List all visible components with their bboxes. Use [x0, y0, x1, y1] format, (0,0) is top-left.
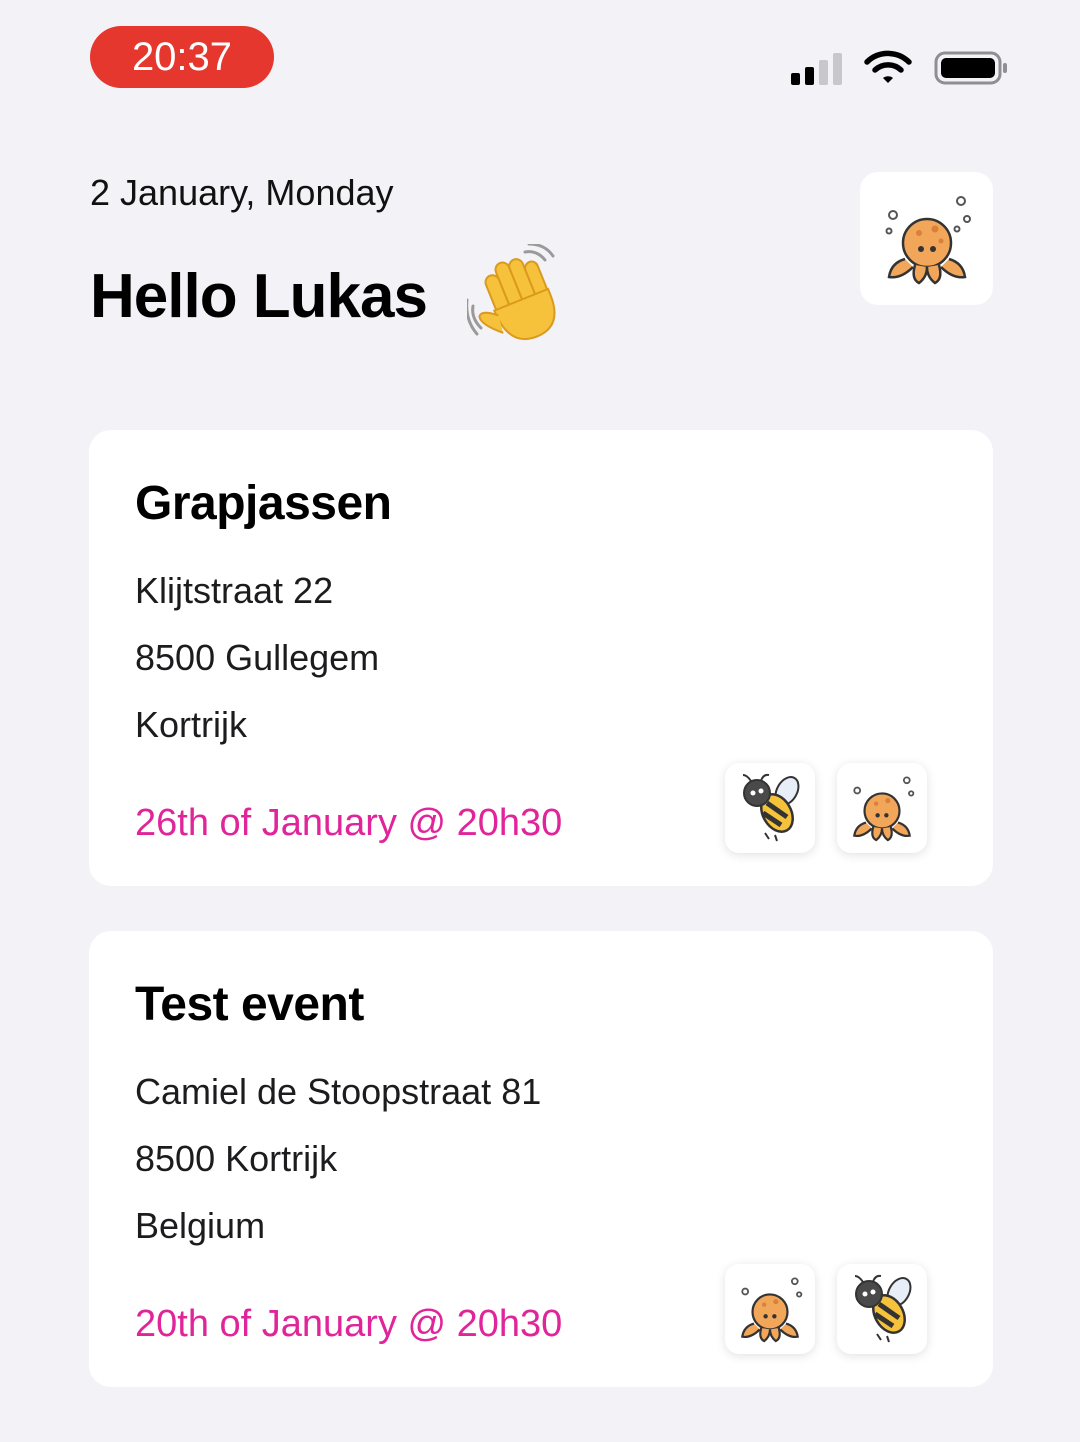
- waving-hand-icon: [465, 242, 571, 348]
- event-datetime: 20th of January @ 20h30: [135, 1303, 563, 1345]
- bee-avatar-icon: [742, 773, 800, 842]
- event-postal-city: 8500 Kortrijk: [135, 1138, 338, 1179]
- event-region: Kortrijk: [135, 704, 248, 745]
- event-street: Klijtstraat 22: [135, 570, 334, 611]
- bee-avatar-icon: [854, 1274, 912, 1343]
- event-postal-city: 8500 Gullegem: [135, 637, 380, 678]
- current-date: 2 January, Monday: [90, 172, 394, 213]
- event-street: Camiel de Stoopstraat 81: [135, 1071, 542, 1112]
- status-icons: [791, 46, 1010, 90]
- profile-avatar-button[interactable]: [860, 172, 993, 305]
- greeting-text: Hello Lukas: [90, 261, 428, 331]
- attendee-avatar[interactable]: [725, 1264, 815, 1354]
- octopus-avatar-icon: [885, 195, 971, 284]
- wifi-icon: [864, 50, 912, 83]
- attendee-avatar[interactable]: [837, 763, 927, 853]
- event-title: Grapjassen: [135, 477, 392, 530]
- greeting-heading: Hello Lukas: [90, 242, 571, 348]
- event-datetime: 26th of January @ 20h30: [135, 802, 563, 844]
- octopus-avatar-icon: [741, 1277, 803, 1343]
- cellular-signal-icon: [791, 51, 842, 85]
- attendee-avatars: [725, 763, 927, 853]
- octopus-avatar-icon: [853, 776, 915, 842]
- attendee-avatar[interactable]: [725, 763, 815, 853]
- attendee-avatars: [725, 1264, 927, 1354]
- status-time-pill: 20:37: [90, 26, 274, 88]
- event-card[interactable]: Test event Camiel de Stoopstraat 81 8500…: [89, 931, 993, 1387]
- battery-icon: [934, 51, 1007, 85]
- event-card[interactable]: Grapjassen Klijtstraat 22 8500 Gullegem …: [89, 430, 993, 886]
- event-region: Belgium: [135, 1205, 266, 1246]
- attendee-avatar[interactable]: [837, 1264, 927, 1354]
- event-title: Test event: [135, 978, 364, 1031]
